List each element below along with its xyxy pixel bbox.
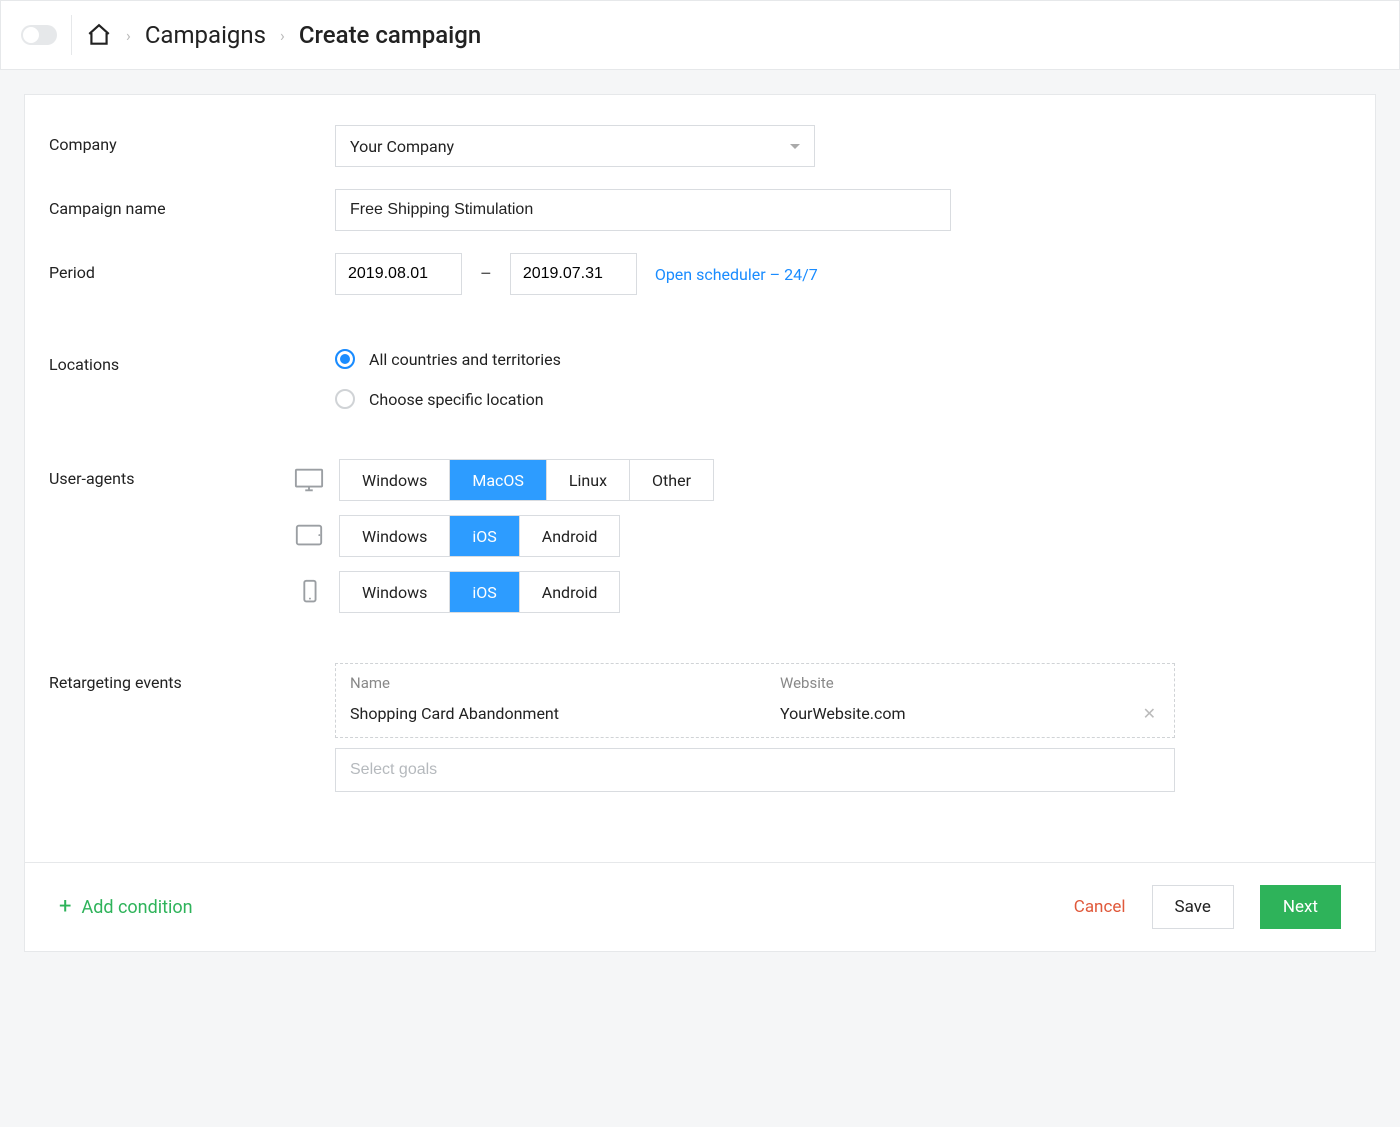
add-condition-button[interactable]: + Add condition [59,896,193,918]
chevron-down-icon [790,144,800,149]
phone-os-group: Windows iOS Android [339,571,620,613]
period-to-input[interactable] [510,253,637,295]
seg-desktop-macos[interactable]: MacOS [450,460,547,500]
seg-desktop-linux[interactable]: Linux [547,460,630,500]
cancel-button[interactable]: Cancel [1074,897,1126,917]
breadcrumb-campaigns[interactable]: Campaigns [145,21,266,49]
events-row-website: YourWebsite.com [780,704,906,723]
top-bar: › Campaigns › Create campaign [0,0,1400,70]
sidebar-toggle[interactable] [21,25,57,45]
desktop-os-group: Windows MacOS Linux Other [339,459,714,501]
label-retargeting: Retargeting events [49,663,335,692]
tablet-icon [293,523,325,549]
chevron-right-icon: › [126,26,131,45]
radio-specific-location[interactable]: Choose specific location [335,389,1351,409]
footer-bar: + Add condition Cancel Save Next [25,862,1375,951]
period-dash: – [480,264,492,285]
company-selected-value: Your Company [350,137,454,156]
radio-checked-icon [335,349,355,369]
open-scheduler-link[interactable]: Open scheduler – 24/7 [655,265,818,284]
divider [71,15,72,55]
events-row-name: Shopping Card Abandonment [350,704,780,723]
seg-phone-android[interactable]: Android [520,572,620,612]
company-select[interactable]: Your Company [335,125,815,167]
breadcrumb: › Campaigns › Create campaign [86,21,481,49]
seg-phone-windows[interactable]: Windows [340,572,450,612]
events-header-website: Website [780,674,1160,692]
phone-icon [293,579,325,605]
events-row: Shopping Card Abandonment YourWebsite.co… [336,698,1174,737]
label-company: Company [49,125,335,154]
form-card: Company Your Company Campaign name Perio… [24,94,1376,952]
radio-specific-label: Choose specific location [369,390,544,409]
plus-icon: + [59,896,71,918]
events-header-name: Name [350,674,780,692]
period-from-input[interactable] [335,253,462,295]
add-condition-label: Add condition [81,897,192,918]
label-campaign-name: Campaign name [49,189,335,218]
save-button[interactable]: Save [1152,885,1234,929]
next-button[interactable]: Next [1260,885,1341,929]
radio-unchecked-icon [335,389,355,409]
close-icon[interactable]: ✕ [1139,704,1160,723]
seg-desktop-other[interactable]: Other [630,460,713,500]
radio-all-locations[interactable]: All countries and territories [335,349,1351,369]
tablet-os-group: Windows iOS Android [339,515,620,557]
label-locations: Locations [49,345,335,374]
home-icon[interactable] [86,22,112,48]
label-period: Period [49,253,335,282]
seg-tablet-ios[interactable]: iOS [450,516,519,556]
seg-desktop-windows[interactable]: Windows [340,460,450,500]
seg-phone-ios[interactable]: iOS [450,572,519,612]
breadcrumb-current: Create campaign [299,21,481,49]
retargeting-events-box: Name Website Shopping Card Abandonment Y… [335,663,1175,738]
goals-input[interactable] [335,748,1175,792]
seg-tablet-windows[interactable]: Windows [340,516,450,556]
seg-tablet-android[interactable]: Android [520,516,620,556]
chevron-right-icon: › [280,26,285,45]
desktop-icon [293,467,325,493]
campaign-name-input[interactable] [335,189,951,231]
radio-all-label: All countries and territories [369,350,561,369]
